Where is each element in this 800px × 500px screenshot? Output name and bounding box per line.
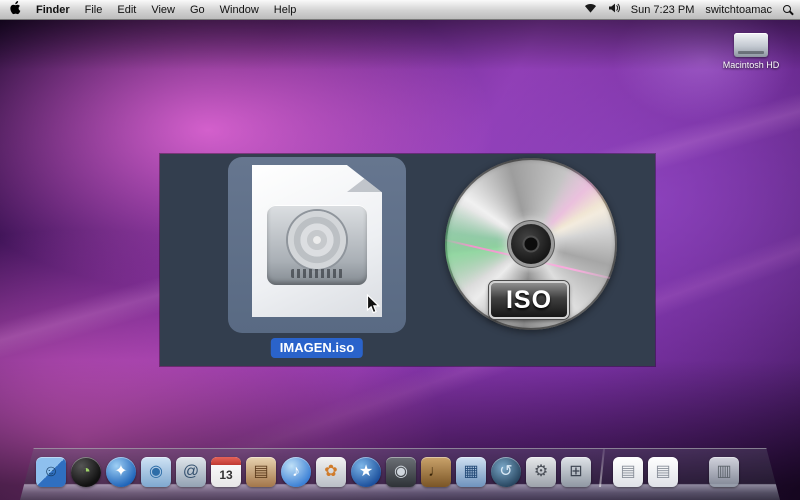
document-1-icon: ▤	[620, 463, 636, 480]
iso-badge-text: ISO	[505, 285, 553, 314]
drive-vents	[291, 269, 343, 278]
dock-item-document-2[interactable]: ▤	[648, 457, 678, 487]
iso-preview-panel: IMAGEN.iso ISO	[160, 154, 655, 366]
iso-file-icon[interactable]	[252, 165, 382, 317]
mouse-cursor	[366, 293, 381, 320]
menu-help[interactable]: Help	[274, 4, 297, 16]
dock-item-photo-booth[interactable]: ◉	[386, 457, 416, 487]
disc-hole-center	[524, 237, 538, 251]
menu-file[interactable]: File	[85, 4, 103, 16]
front-row-icon: ★	[358, 463, 374, 480]
spaces-icon: ▦	[463, 463, 479, 480]
dock-item-front-row[interactable]: ★	[351, 457, 381, 487]
dock: ☺ ◔ ✦ ◉ @13 ▤ ♪ ✿ ★ ◉ ♩ ▦ ↺ ⚙ ⊞ ▤ ▤ ▥	[0, 442, 800, 500]
apple-logo-icon	[9, 1, 21, 18]
iso-badge: ISO	[489, 281, 569, 319]
itunes-icon: ♪	[292, 463, 300, 480]
finder-icon: ☺	[42, 463, 60, 480]
dock-item-ichat[interactable]: ◉	[141, 457, 171, 487]
dock-items: ☺ ◔ ✦ ◉ @13 ▤ ♪ ✿ ★ ◉ ♩ ▦ ↺ ⚙ ⊞ ▤ ▤ ▥	[36, 449, 739, 487]
dock-item-document-1[interactable]: ▤	[613, 457, 643, 487]
dock-item-time-machine[interactable]: ↺	[491, 457, 521, 487]
system-preferences-icon: ⚙	[533, 463, 549, 480]
file-name-label[interactable]: IMAGEN.iso	[270, 338, 364, 358]
wifi-icon[interactable]	[584, 3, 597, 16]
menu-go[interactable]: Go	[190, 4, 205, 16]
menu-bar: Finder File Edit View Go Window Help Sun…	[0, 0, 800, 20]
menu-view[interactable]: View	[151, 4, 175, 16]
disc-hub	[496, 209, 566, 279]
drive-platter	[288, 211, 346, 270]
dock-item-mail[interactable]: @	[176, 457, 206, 487]
dock-item-dashboard[interactable]: ◔	[71, 457, 101, 487]
menu-username[interactable]: switchtoamac	[705, 4, 772, 16]
mail-icon: @	[182, 463, 200, 480]
dock-divider	[599, 449, 605, 487]
time-machine-icon: ↺	[499, 463, 513, 480]
volume-icon[interactable]	[608, 3, 620, 16]
dock-item-itunes[interactable]: ♪	[281, 457, 311, 487]
iphoto-icon: ✿	[324, 463, 338, 480]
address-book-icon: ▤	[253, 463, 269, 480]
dock-item-system-preferences[interactable]: ⚙	[526, 457, 556, 487]
dock-item-safari[interactable]: ✦	[106, 457, 136, 487]
dock-item-address-book[interactable]: ▤	[246, 457, 276, 487]
hard-drive-icon	[734, 33, 768, 57]
dock-item-iphoto[interactable]: ✿	[316, 457, 346, 487]
ical-icon: 13	[219, 468, 233, 482]
document-2-icon: ▤	[655, 463, 671, 480]
page-fold	[347, 165, 382, 192]
dock-item-ical[interactable]: 13	[211, 457, 241, 487]
menu-finder[interactable]: Finder	[36, 4, 70, 16]
garageband-icon: ♩	[428, 463, 444, 480]
calculator-icon: ⊞	[569, 463, 583, 480]
apple-menu[interactable]	[9, 1, 21, 18]
spotlight-icon[interactable]	[783, 4, 791, 16]
dock-item-trash[interactable]: ▥	[709, 457, 739, 487]
dock-item-finder[interactable]: ☺	[36, 457, 66, 487]
ichat-icon: ◉	[149, 463, 163, 480]
desktop-icon-macintosh-hd[interactable]: Macintosh HD	[710, 33, 792, 70]
magnifier-icon	[783, 4, 791, 13]
dock-item-garageband[interactable]: ♩	[421, 457, 451, 487]
dock-item-calculator[interactable]: ⊞	[561, 457, 591, 487]
menu-clock[interactable]: Sun 7:23 PM	[631, 4, 695, 16]
photo-booth-icon: ◉	[394, 463, 408, 480]
menu-window[interactable]: Window	[220, 4, 259, 16]
dock-item-spaces[interactable]: ▦	[456, 457, 486, 487]
dashboard-icon: ◔	[81, 463, 91, 480]
menu-edit[interactable]: Edit	[117, 4, 136, 16]
disc-hole	[511, 224, 551, 264]
trash-icon: ▥	[716, 463, 732, 480]
volume-label: Macintosh HD	[722, 60, 780, 70]
disk-image-drive-icon	[267, 205, 367, 285]
desktop-screen: Finder File Edit View Go Window Help Sun…	[0, 0, 800, 500]
safari-icon: ✦	[114, 463, 128, 480]
